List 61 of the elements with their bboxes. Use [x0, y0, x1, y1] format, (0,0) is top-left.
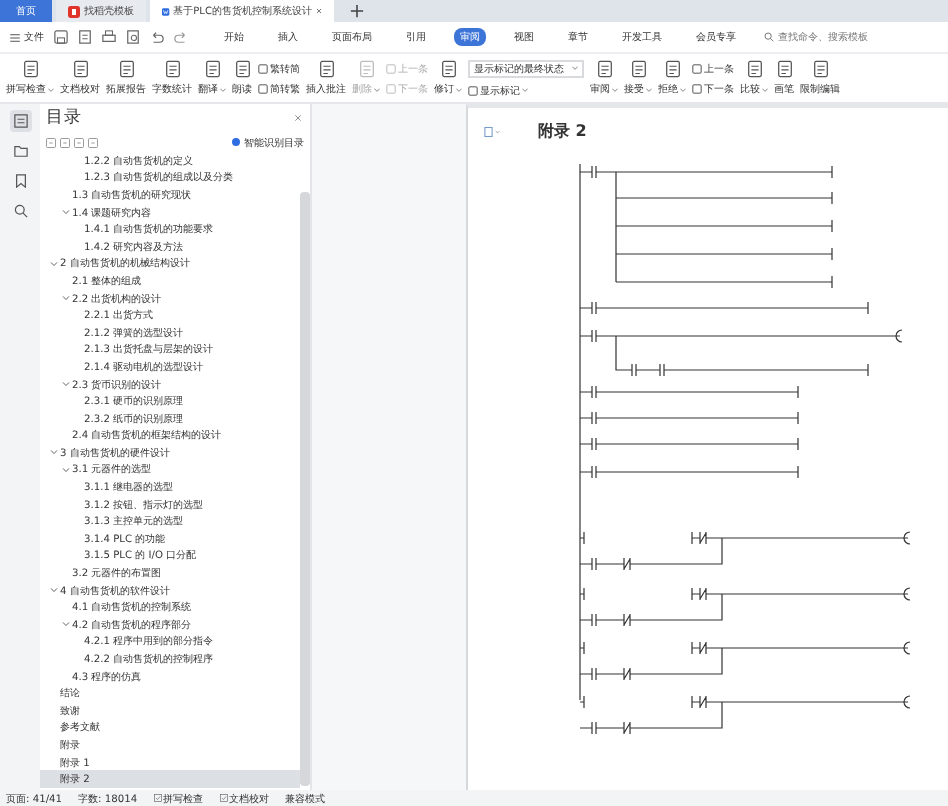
writer-icon — [162, 5, 170, 17]
print-icon[interactable] — [102, 30, 116, 44]
document-icon — [775, 60, 793, 78]
close-icon[interactable] — [294, 114, 302, 122]
caret-icon — [48, 87, 54, 91]
document-icon — [663, 60, 681, 78]
preview-icon[interactable] — [126, 30, 140, 44]
sidebar-button[interactable] — [9, 110, 31, 132]
document-icon — [71, 60, 89, 78]
document-icon — [163, 60, 181, 78]
square-icon — [386, 63, 396, 73]
bookmark-icon — [13, 174, 27, 188]
sidebar-button[interactable] — [9, 140, 31, 162]
panel-title: 目录 — [46, 106, 82, 130]
save-icon[interactable] — [54, 30, 68, 44]
check-icon — [153, 794, 162, 802]
square-icon — [468, 85, 478, 95]
document-icon — [21, 60, 39, 78]
document-icon — [745, 60, 763, 78]
folder-icon — [13, 144, 27, 158]
outline-icon — [13, 114, 27, 128]
menu-icon — [10, 33, 20, 41]
level-icon[interactable] — [74, 137, 84, 147]
caret-icon — [522, 88, 528, 92]
undo-icon[interactable] — [150, 30, 164, 44]
document-icon — [203, 60, 221, 78]
level-icon[interactable] — [88, 137, 98, 147]
check-icon — [219, 794, 228, 802]
document-icon — [595, 60, 613, 78]
appendix-heading: 附录 2 — [538, 120, 587, 142]
square-icon — [258, 83, 268, 93]
level-icon[interactable] — [60, 137, 70, 147]
caret-icon — [680, 87, 686, 91]
new-tab-icon[interactable] — [350, 4, 364, 18]
template-icon — [68, 5, 80, 17]
document-icon — [317, 60, 335, 78]
redo-icon[interactable] — [174, 30, 188, 44]
caret-icon — [646, 87, 652, 91]
document-icon — [233, 60, 251, 78]
document-icon[interactable] — [78, 30, 92, 44]
caret-icon — [762, 87, 768, 91]
caret-icon — [612, 87, 618, 91]
square-icon — [692, 63, 702, 73]
document-icon — [357, 60, 375, 78]
paragraph-icon[interactable] — [484, 125, 502, 137]
square-icon — [258, 63, 268, 73]
document-icon — [629, 60, 647, 78]
caret-icon — [572, 66, 578, 70]
scrollbar-thumb[interactable] — [300, 192, 310, 786]
document-icon — [811, 60, 829, 78]
caret-icon — [374, 87, 380, 91]
search-icon — [764, 32, 774, 42]
document-icon — [117, 60, 135, 78]
square-icon — [692, 83, 702, 93]
caret-icon — [456, 87, 462, 91]
document-icon — [439, 60, 457, 78]
square-icon — [386, 83, 396, 93]
caret-icon — [220, 87, 226, 91]
level-icon[interactable] — [46, 137, 56, 147]
sidebar-button[interactable] — [9, 200, 31, 222]
search-icon — [13, 204, 27, 218]
